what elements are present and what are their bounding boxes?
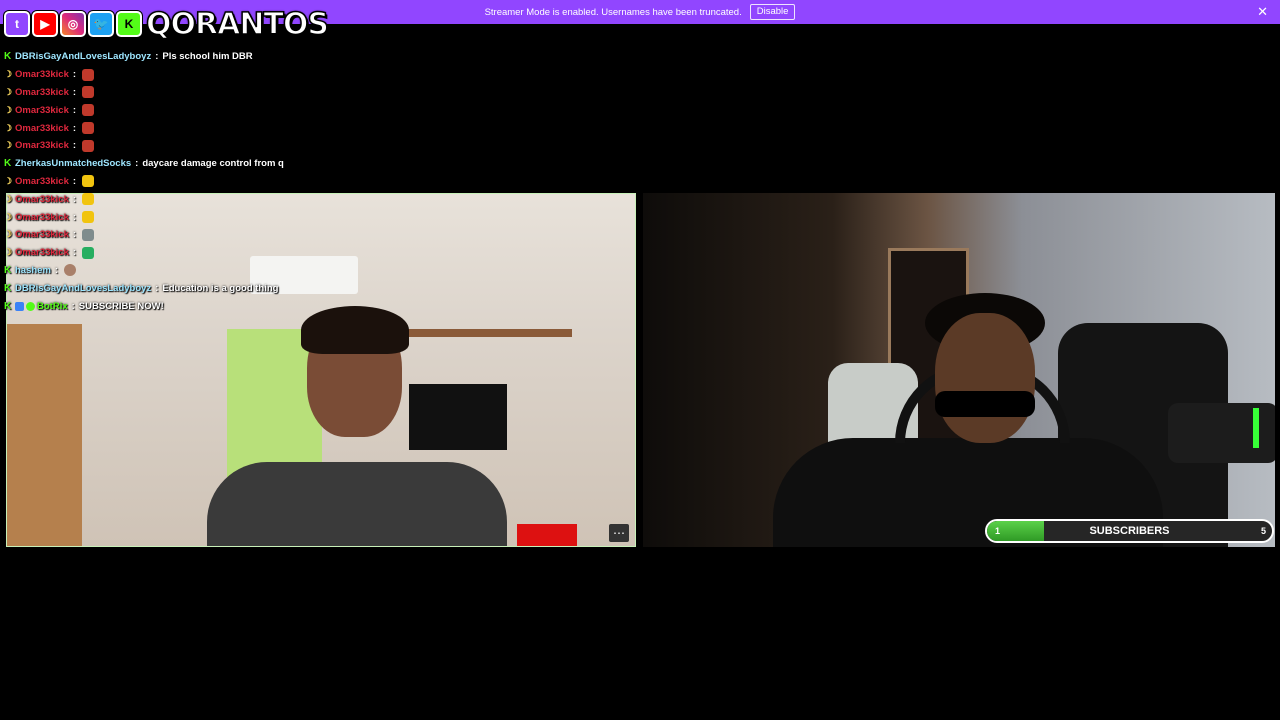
moon-badge-icon: ☽ [4,193,13,204]
kick-badge-icon: K [4,282,12,294]
chat-message: K DBRisGayAndLovesLadyboyz: Education is a… [4,279,634,297]
chat-separator: : [72,140,77,152]
moon-badge-icon: ☽ [4,229,13,240]
chat-separator: : [71,300,75,312]
moon-badge-icon: ☽ [4,86,13,97]
moon-badge-icon: ☽ [4,104,13,115]
emote-icon [82,246,95,259]
chat-username[interactable]: Omar33kick [15,69,69,80]
emote-icon [64,264,77,277]
subscriber-goal-bar: 1 SUBSCRIBERS 5 [985,519,1274,543]
twitter-icon: 🐦 [88,11,114,37]
chat-text: daycare damage control from q [142,158,284,170]
chat-username[interactable]: Omar33kick [15,123,69,134]
chat-message: K DBRisGayAndLovesLadyboyz: Pls school him… [4,48,634,66]
banner-message: Streamer Mode is enabled. Usernames have… [484,6,742,18]
mic-light [1253,408,1259,448]
emote-icon [82,68,95,81]
chat-message: Khashem: [4,262,634,280]
chat-username[interactable]: hashem [15,265,51,276]
instagram-icon: ◎ [60,11,86,37]
chat-separator: : [72,229,77,241]
chat-message: ☽ Omar33kick: [4,226,634,244]
moon-badge-icon: ☽ [4,211,13,222]
chat-username[interactable]: DBRisGayAndLovesLadyboyz [15,283,151,294]
channel-logo: t ▶ ◎ 🐦 K QORANTOS [4,2,330,46]
chat-username[interactable]: Omar33kick [15,194,69,205]
chat-message: ☽ Omar33kick: [4,208,634,226]
chat-username[interactable]: Omar33kick [15,105,69,116]
chat-username[interactable]: Omar33kick [15,247,69,258]
chat-separator: : [72,69,77,81]
emote-icon [82,193,95,206]
scene-object [517,524,577,546]
more-options-button[interactable]: ⋯ [609,524,629,542]
chat-separator: : [54,264,59,276]
chat-separator: : [72,104,77,116]
emote-icon [82,211,95,224]
chat-separator: : [72,211,77,223]
chat-separator: : [155,282,159,294]
chat-username[interactable]: ZherkasUnmatchedSocks [15,158,131,169]
chat-message: K ZherkasUnmatchedSocks: daycare damage co… [4,155,634,173]
twitch-icon: t [4,11,30,37]
emote-icon [82,175,95,188]
chat-message: ☽ Omar33kick: [4,119,634,137]
chat-overlay: K DBRisGayAndLovesLadyboyz: Pls school him… [4,48,634,315]
subscriber-goal-label: SUBSCRIBERS [1089,525,1170,537]
chat-separator: : [72,122,77,134]
kick-badge-icon: K [4,158,12,170]
moon-badge-icon: ☽ [4,140,13,151]
logo-text: QORANTOS [145,6,330,43]
moon-badge-icon: ☽ [4,175,13,186]
disable-streamer-mode-button[interactable]: Disable [749,4,796,20]
chat-text: Education is a good thing [162,282,279,294]
chat-separator: : [72,86,77,98]
chat-message: ☽ Omar33kick: [4,173,634,191]
emote-icon [82,86,95,99]
moon-badge-icon: ☽ [4,122,13,133]
chat-text: Pls school him DBR [162,51,253,63]
moon-badge-icon: ☽ [4,247,13,258]
bot-badge-icon: K [4,300,12,312]
chat-message: ☽ Omar33kick: [4,84,634,102]
close-icon[interactable]: ✕ [1257,5,1268,18]
chat-separator: : [155,51,159,63]
chat-message: ☽ Omar33kick: [4,137,634,155]
emote-icon [82,139,95,152]
emote-icon [82,122,95,135]
verified-badge-icon [15,301,24,311]
chat-message: K BotRix: SUBSCRIBE NOW! [4,297,634,315]
moon-badge-icon: ☽ [4,69,13,80]
chat-username[interactable]: Omar33kick [15,176,69,187]
scene-door [7,324,82,546]
chat-username[interactable]: Omar33kick [15,140,69,151]
chat-message: ☽ Omar33kick: [4,190,634,208]
chat-text: SUBSCRIBE NOW! [78,300,164,312]
chat-username[interactable]: BotRix [37,301,68,312]
chat-message: ☽ Omar33kick: [4,66,634,84]
streamer-camera-feed[interactable] [643,193,1275,547]
chat-message: ☽ Omar33kick: [4,244,634,262]
chat-message: ☽ Omar33kick: [4,101,634,119]
kick-badge-icon: K [4,264,12,276]
chat-separator: : [72,193,77,205]
kick-badge-icon: K [4,51,12,63]
youtube-icon: ▶ [32,11,58,37]
chat-username[interactable]: Omar33kick [15,212,69,223]
bot-badge-icon [26,301,35,311]
chat-separator: : [72,247,77,259]
emote-icon [82,104,95,117]
chat-separator: : [135,158,139,170]
subscriber-goal-target: 5 [1260,526,1266,536]
chat-username[interactable]: DBRisGayAndLovesLadyboyz [15,51,151,62]
emote-icon [82,228,95,241]
guest-person [197,306,517,546]
chat-separator: : [72,175,77,187]
kick-icon: K [116,11,142,37]
chat-username[interactable]: Omar33kick [15,87,69,98]
chat-username[interactable]: Omar33kick [15,229,69,240]
